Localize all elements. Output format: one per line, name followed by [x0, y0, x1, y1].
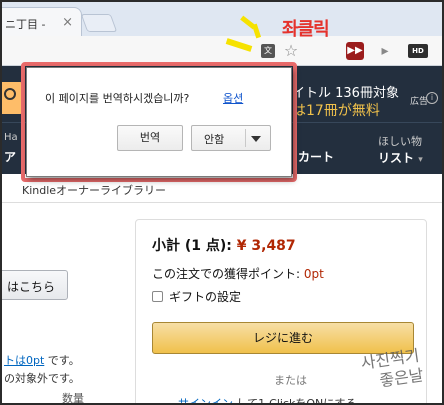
checkout-button[interactable]: レジに進む: [152, 322, 414, 354]
cursor-icon[interactable]: ▸: [376, 42, 394, 60]
nav-wishlist-label: リスト: [378, 151, 415, 165]
points-label: この注文での獲得ポイント:: [152, 267, 304, 281]
subtotal-price: ¥ 3,487: [236, 238, 296, 254]
or-separator-text: または: [274, 374, 307, 387]
translate-button[interactable]: 번역: [117, 125, 183, 151]
here-button[interactable]: はこちら: [2, 270, 68, 300]
decline-translate-button[interactable]: 안함: [191, 125, 271, 151]
points-link[interactable]: トは0pt: [4, 354, 44, 367]
nav-account-greeting[interactable]: Ha: [4, 132, 18, 143]
order-points: この注文での獲得ポイント: 0pt: [152, 265, 324, 282]
browser-tab-strip: ニ丁目 - ×: [2, 2, 442, 37]
promo-line-2[interactable]: は17冊が無料: [292, 100, 380, 120]
ad-info-icon[interactable]: i: [426, 92, 438, 104]
decline-label: 안함: [204, 133, 225, 146]
one-click-suffix: して1-ClickをONにする: [233, 397, 357, 405]
tab-title: ニ丁目 -: [5, 18, 46, 31]
screenshot-frame: ニ丁目 - × 文 ☆ ▶▶ ▸ HD 좌클릭 イトル 136冊対象 は17冊が…: [0, 0, 444, 405]
annotation-click-label: 좌클릭: [282, 19, 330, 40]
nav-account-link[interactable]: ア: [4, 148, 16, 165]
gift-checkbox[interactable]: [152, 291, 163, 302]
button-separator: [245, 129, 246, 147]
cart-subtotal: 小計 (1 点): ¥ 3,487: [152, 235, 296, 255]
exclusion-note: の対象外です。: [4, 372, 80, 385]
translate-options-link[interactable]: 옵션: [223, 90, 243, 106]
bookmark-star-icon[interactable]: ☆: [282, 42, 300, 60]
translate-popup: 이 페이지를 번역하시겠습니까? 옵션 번역 안함: [26, 67, 292, 177]
gift-label: ギフトの設定: [169, 290, 242, 304]
translate-icon[interactable]: 文: [261, 44, 275, 58]
divider: [2, 202, 442, 203]
browser-tab[interactable]: ニ丁目 - ×: [2, 7, 82, 37]
sign-in-link[interactable]: サインイン: [178, 397, 233, 403]
nav-cart-link[interactable]: カート: [298, 148, 334, 165]
points-info-text: トは0pt です。: [4, 352, 80, 368]
chevron-down-icon: ▾: [418, 155, 423, 165]
search-icon: [4, 88, 16, 100]
points-info-suffix: です。: [44, 354, 80, 367]
kindle-library-link[interactable]: Kindleオーナーライブラリー: [22, 182, 166, 198]
tab-close-icon[interactable]: ×: [62, 15, 73, 30]
dropdown-arrow-icon[interactable]: [251, 136, 261, 142]
promo-line-1[interactable]: イトル 136冊対象: [292, 82, 399, 101]
quantity-label: 数量: [62, 392, 84, 405]
subtotal-label: 小計 (1 点):: [152, 238, 237, 254]
extension-fast-forward-icon[interactable]: ▶▶: [346, 42, 364, 60]
gift-option[interactable]: ギフトの設定: [152, 288, 241, 305]
hd-extension-icon[interactable]: HD: [408, 44, 428, 58]
translate-prompt: 이 페이지를 번역하시겠습니까?: [45, 92, 190, 105]
points-value: 0pt: [303, 267, 324, 281]
nav-wishlist-top[interactable]: ほしい物: [378, 133, 422, 149]
new-tab-button[interactable]: [80, 14, 118, 32]
one-click-text: サインイン して1-ClickをONにする: [178, 395, 357, 405]
nav-wishlist-link[interactable]: リスト ▾: [378, 149, 423, 166]
